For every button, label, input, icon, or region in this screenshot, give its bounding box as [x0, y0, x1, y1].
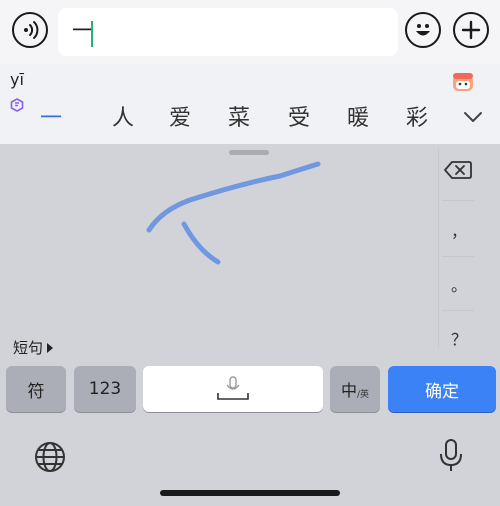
period-key[interactable]: 。 — [442, 272, 476, 296]
triangle-right-icon — [47, 342, 54, 353]
candidate-item[interactable]: 受 — [288, 102, 310, 136]
plus-icon — [461, 20, 481, 40]
globe-icon[interactable] — [33, 440, 67, 474]
key-divider — [442, 256, 474, 257]
en-label: /英 — [356, 389, 370, 400]
candidate-item[interactable]: 爱 — [169, 102, 191, 136]
candidate-item[interactable]: 人 — [112, 102, 134, 136]
handwriting-stroke — [181, 221, 221, 265]
phrase-button[interactable]: 短句 — [13, 337, 54, 358]
delete-icon[interactable] — [442, 158, 474, 182]
symbols-key[interactable]: 符 — [6, 366, 66, 412]
emoji-icon — [416, 24, 430, 36]
candidate-item[interactable]: 暖 — [347, 102, 369, 136]
candidate-list: 一 人 爱 菜 受 暖 彩 — [26, 102, 446, 138]
space-key[interactable] — [143, 366, 323, 412]
handwriting-strokes — [146, 161, 321, 265]
chat-input-bar: 一 — [0, 0, 500, 64]
confirm-button[interactable]: 确定 — [388, 366, 496, 412]
column-divider — [438, 148, 439, 348]
handwriting-stroke — [146, 161, 321, 233]
language-toggle-key[interactable]: 中 /英 — [330, 366, 380, 412]
candidate-item[interactable]: 彩 — [406, 102, 428, 136]
candidate-item[interactable]: 一 — [40, 102, 62, 136]
message-input[interactable]: 一 — [58, 8, 398, 56]
home-indicator — [160, 490, 340, 496]
pinyin-preview: yī — [10, 70, 24, 89]
mic-icon[interactable] — [437, 438, 465, 474]
emoji-button[interactable] — [405, 12, 441, 48]
text-caret — [91, 21, 93, 47]
phrase-label: 短句 — [13, 339, 44, 357]
space-mic-icon — [217, 376, 249, 400]
key-divider — [442, 200, 474, 201]
candidate-item[interactable]: 菜 — [228, 102, 250, 136]
zh-label: 中 — [340, 381, 357, 400]
question-key[interactable]: ？ — [442, 326, 476, 350]
candidate-bar: yī 一 人 爱 菜 受 暖 彩 — [0, 64, 500, 144]
voice-button[interactable] — [12, 12, 48, 48]
key-divider — [442, 310, 474, 311]
mascot-icon[interactable] — [451, 71, 475, 93]
voice-icon — [24, 21, 39, 39]
plus-button[interactable] — [453, 12, 489, 48]
numbers-key[interactable]: 123 — [74, 366, 136, 412]
brand-logo-icon — [10, 98, 24, 112]
chevron-down-icon[interactable] — [463, 110, 483, 124]
comma-key[interactable]: ， — [442, 218, 476, 242]
